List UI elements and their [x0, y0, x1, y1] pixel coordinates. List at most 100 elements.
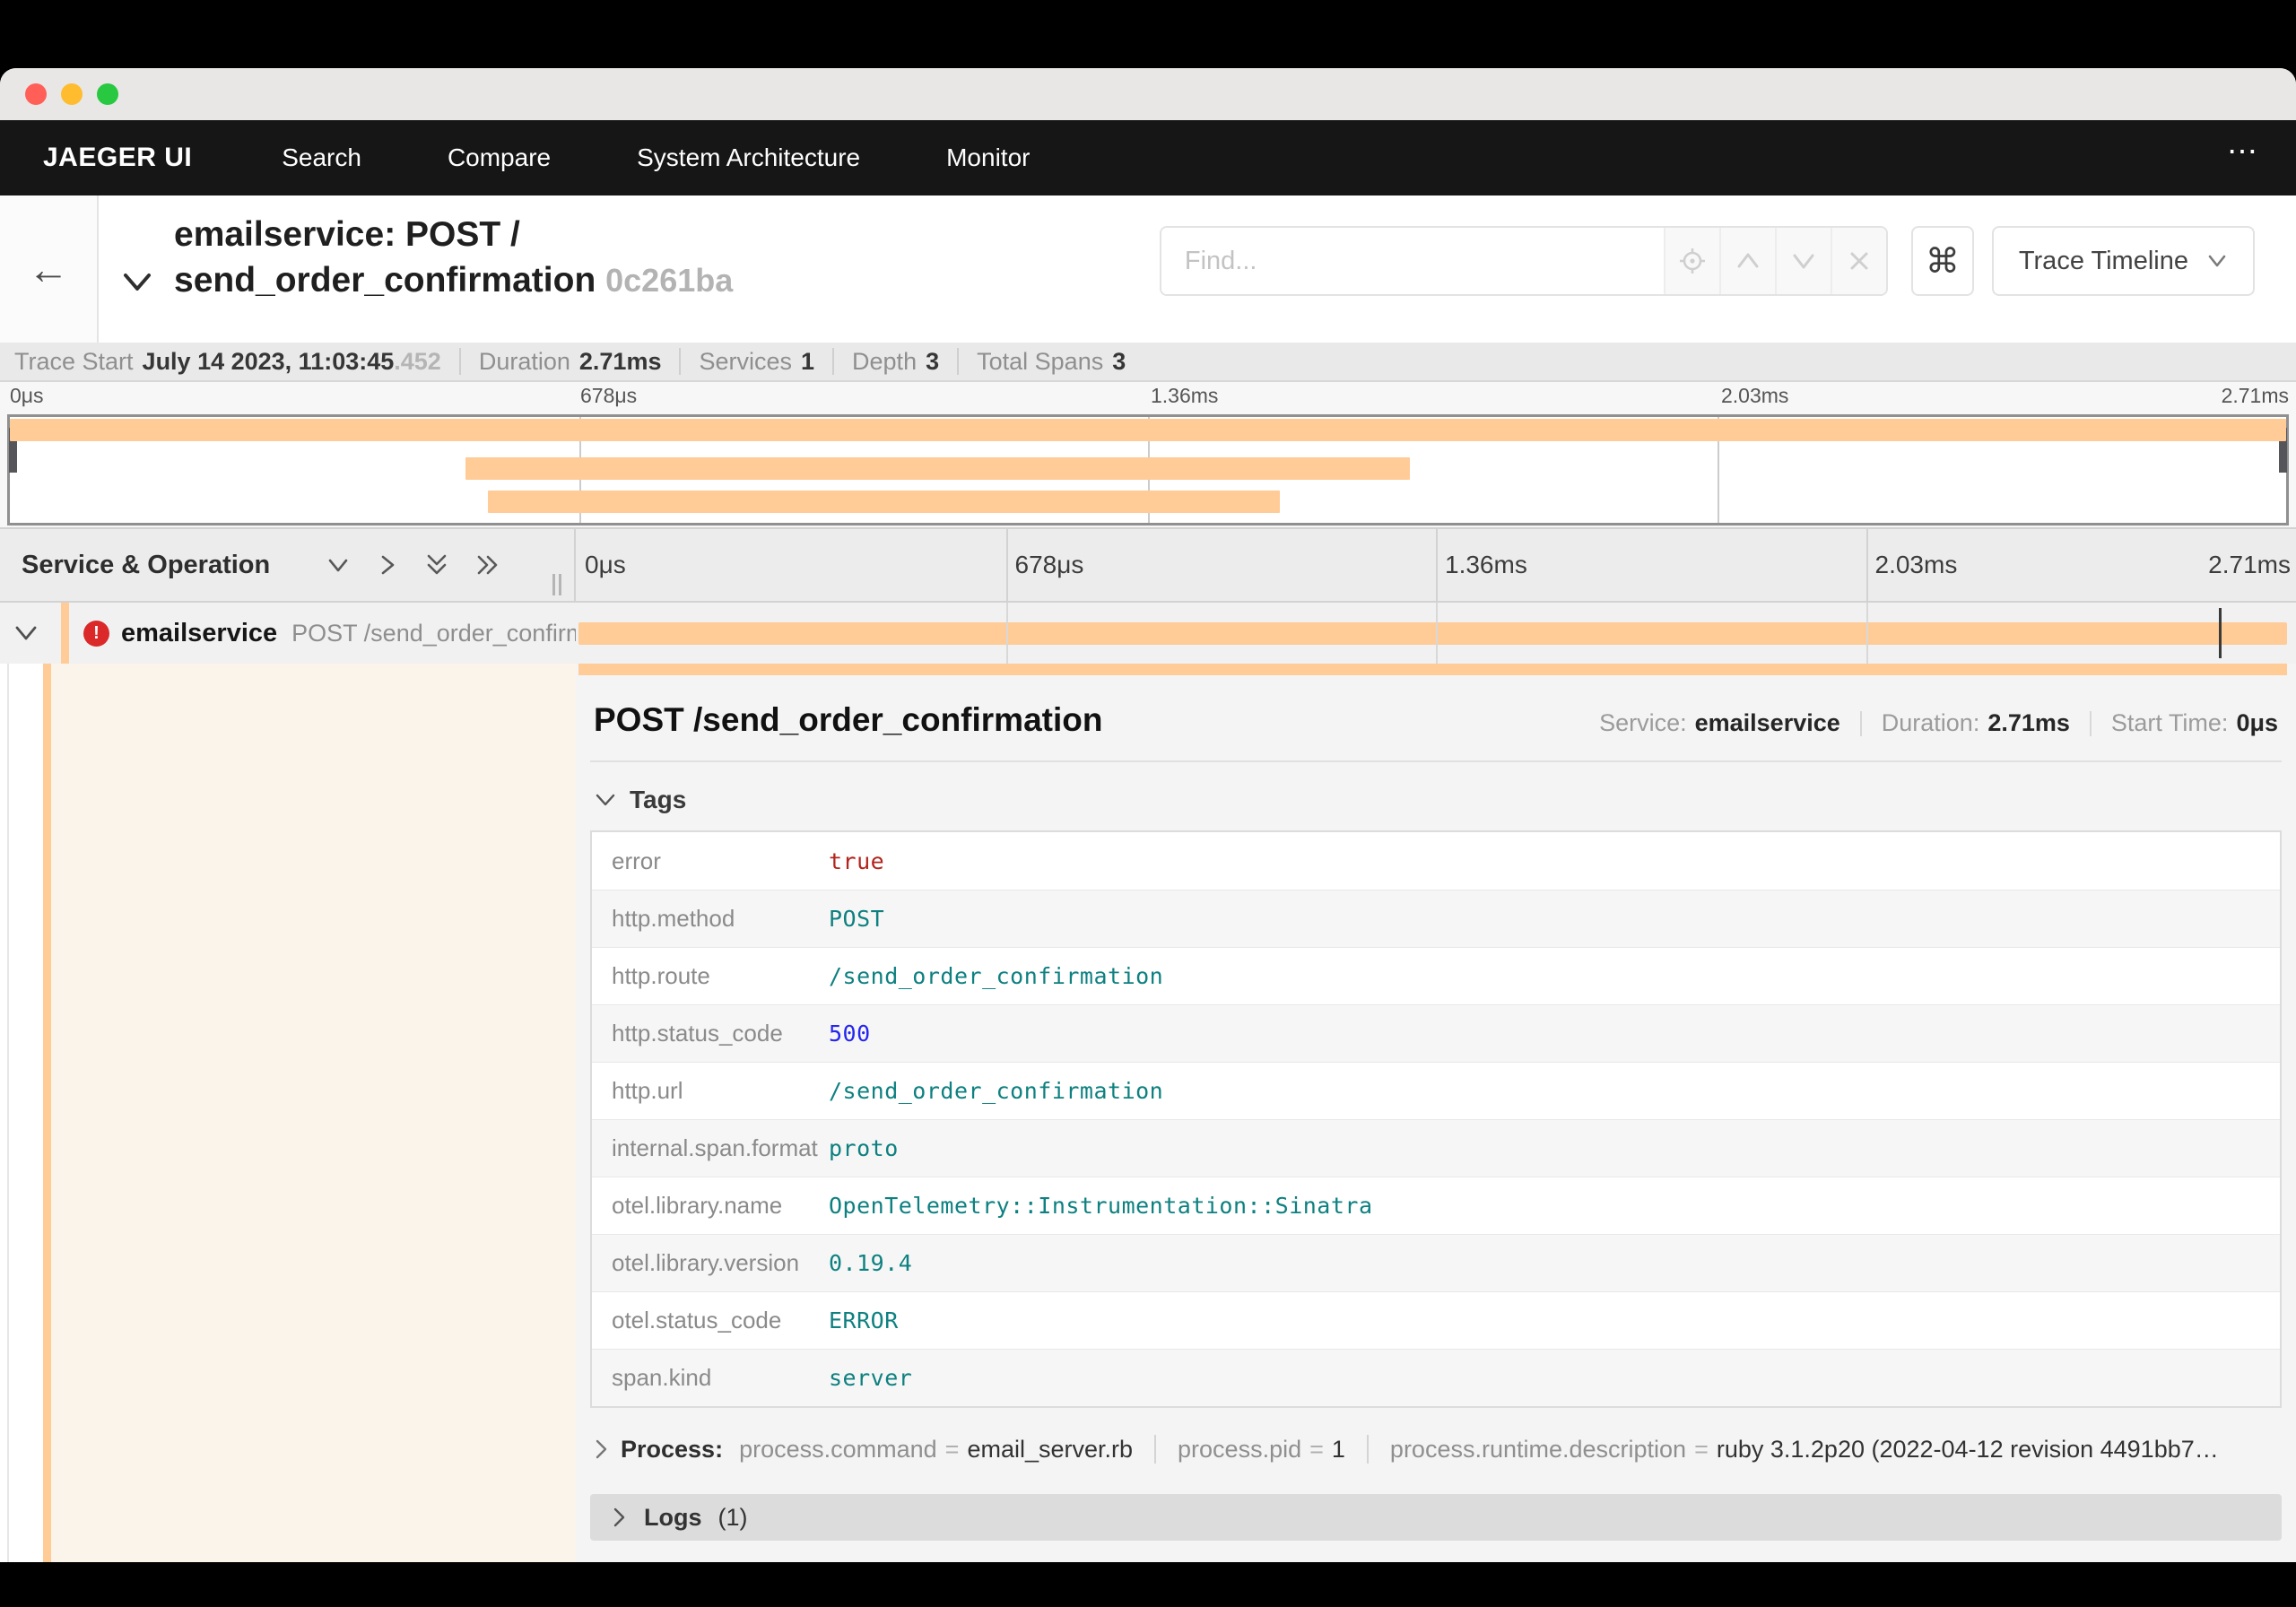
tick-label: 1.36ms [1445, 551, 1527, 578]
command-icon: ⌘ [1925, 242, 1960, 281]
timeline-minimap-region: 0μs 678μs 1.36ms 2.03ms 2.71ms [0, 382, 2296, 527]
summary-label: Duration [478, 347, 570, 375]
tag-value: /send_order_confirmation [829, 1078, 1164, 1104]
summary-item-depth: Depth 3 [852, 348, 939, 376]
find-box [1159, 226, 1888, 296]
nav-item-search[interactable]: Search [282, 143, 361, 172]
nav-item-system-architecture[interactable]: System Architecture [637, 143, 860, 172]
span-row-label: ! emailservice POST /send_order_confirma… [0, 603, 576, 664]
divider [2089, 710, 2092, 736]
target-icon [1679, 248, 1705, 274]
maximize-window-button[interactable] [97, 83, 118, 105]
tags-table: error true http.method POST http.route/send_… [590, 830, 2282, 1408]
tag-row-span-kind[interactable]: span.kind server [592, 1349, 2280, 1406]
equals-sign: = [1694, 1435, 1709, 1463]
next-result-button[interactable] [1774, 228, 1831, 294]
clear-find-button[interactable] [1830, 228, 1886, 294]
summary-item-duration: Duration 2.71ms [479, 348, 662, 376]
logs-section-toggle[interactable]: Logs (1) [590, 1494, 2282, 1541]
tick-label: 678μs [1014, 551, 1084, 578]
timeline-collapse-controls [326, 552, 501, 578]
find-input[interactable] [1161, 228, 1664, 294]
process-item-process-runtime-description: process.runtime.description = ruby 3.1.2p2… [1390, 1436, 2219, 1464]
nav-item-monitor[interactable]: Monitor [946, 143, 1030, 172]
chevron-right-icon [592, 1438, 610, 1461]
tag-key: internal.span.format [612, 1134, 818, 1161]
process-key: process.command [739, 1435, 937, 1463]
span-detail-left-fill [51, 664, 576, 1562]
nav-menu: Search Compare System Architecture Monitor [282, 143, 1030, 172]
tag-value: 0.19.4 [829, 1250, 913, 1276]
nav-item-compare[interactable]: Compare [448, 143, 551, 172]
start-time-label: Start Time: [2110, 709, 2229, 736]
summary-label: Services [699, 347, 792, 375]
duration-value: 2.71ms [1987, 709, 2070, 736]
service-label: Service: [1599, 709, 1687, 736]
back-button[interactable]: ← [0, 195, 99, 343]
tag-key: otel.library.name [612, 1192, 783, 1219]
jaeger-brand[interactable]: JAEGER UI [43, 143, 192, 173]
divider [679, 348, 682, 375]
app-window: JAEGER UI Search Compare System Architectu… [0, 68, 2296, 1562]
span-detail-accent-bar [578, 664, 2287, 675]
summary-item-total-spans: Total Spans 3 [977, 348, 1126, 376]
span-detail-main: POST /send_order_confirmation Service: e… [576, 664, 2296, 1562]
tag-row-otel-library-name[interactable]: otel.library.name OpenTelemetry::Instrume… [592, 1177, 2280, 1234]
span-duration-bar[interactable] [578, 622, 2287, 645]
tag-row-error[interactable]: error true [592, 832, 2280, 890]
span-gantt-area[interactable] [576, 603, 2296, 664]
minimize-window-button[interactable] [61, 83, 83, 105]
keyboard-shortcuts-button[interactable]: ⌘ [1910, 226, 1974, 296]
error-icon: ! [83, 620, 109, 647]
tag-row-otel-status-code[interactable]: otel.status_code ERROR [592, 1291, 2280, 1349]
timeline-minimap[interactable] [7, 414, 2289, 526]
nav-overflow-icon[interactable]: ⋯ [2227, 134, 2260, 169]
minimap-span-bar [487, 491, 1281, 513]
collapse-all-button[interactable] [424, 552, 449, 578]
column-resize-grip[interactable] [552, 574, 561, 595]
process-item-process-command: process.command = email_server.rb [739, 1436, 1133, 1464]
divider [1859, 710, 1862, 736]
tag-row-http-method[interactable]: http.method POST [592, 890, 2280, 947]
expand-one-button[interactable] [376, 552, 399, 578]
service-operation-header: Service & Operation [0, 529, 576, 601]
tag-row-internal-span-format[interactable]: internal.span.format proto [592, 1119, 2280, 1177]
divider [832, 348, 835, 375]
chevron-down-icon [594, 790, 617, 810]
trace-collapse-toggle[interactable] [120, 269, 154, 296]
trace-id: 0c261ba [605, 262, 734, 299]
summary-value: July 14 2023, 11:03:45 [142, 347, 395, 375]
tags-section-toggle[interactable]: Tags [594, 786, 2282, 814]
chevron-down-icon [124, 274, 151, 291]
double-chevron-right-icon [477, 555, 498, 575]
span-collapse-toggle[interactable] [13, 622, 39, 644]
span-detail-info: Service: emailservice Duration: 2.71ms S… [1599, 709, 2278, 737]
logs-section-label: Logs [644, 1503, 702, 1531]
collapse-one-button[interactable] [326, 553, 351, 577]
chevron-down-icon [15, 626, 37, 640]
tag-row-otel-library-version[interactable]: otel.library.version 0.19.4 [592, 1234, 2280, 1291]
span-row[interactable]: ! emailservice POST /send_order_confirma… [0, 603, 2296, 664]
minimap-tick-labels: 0μs 678μs 1.36ms 2.03ms 2.71ms [7, 384, 2289, 411]
trace-view-label: Trace Timeline [2018, 246, 2188, 275]
tag-row-http-url[interactable]: http.url/send_order_confirmation [592, 1062, 2280, 1119]
process-items: process.command = email_server.rb process.p… [739, 1435, 2219, 1464]
expand-all-button[interactable] [474, 552, 501, 578]
tag-value: true [829, 847, 885, 874]
tag-row-http-route[interactable]: http.route/send_order_confirmation [592, 947, 2280, 1004]
window-titlebar [0, 68, 2296, 120]
close-window-button[interactable] [25, 83, 47, 105]
tag-row-http-status-code[interactable]: http.status_code 500 [592, 1004, 2280, 1062]
tag-key: http.url [612, 1077, 683, 1104]
summary-value: 1 [801, 347, 815, 375]
process-value: ruby 3.1.2p20 (2022-04-12 revision 4491b… [1716, 1435, 2219, 1463]
tag-key: span.kind [612, 1364, 712, 1391]
trace-view-dropdown[interactable]: Trace Timeline [1991, 226, 2255, 296]
process-section-toggle[interactable]: Process: process.command = email_server.rb… [592, 1435, 2282, 1464]
prev-result-button[interactable] [1718, 228, 1775, 294]
tag-value: POST [829, 906, 885, 932]
focus-match-button[interactable] [1663, 228, 1719, 294]
tick-label: 0μs [10, 384, 44, 407]
chevron-down-icon [2208, 255, 2226, 267]
process-key: process.runtime.description [1389, 1435, 1687, 1463]
